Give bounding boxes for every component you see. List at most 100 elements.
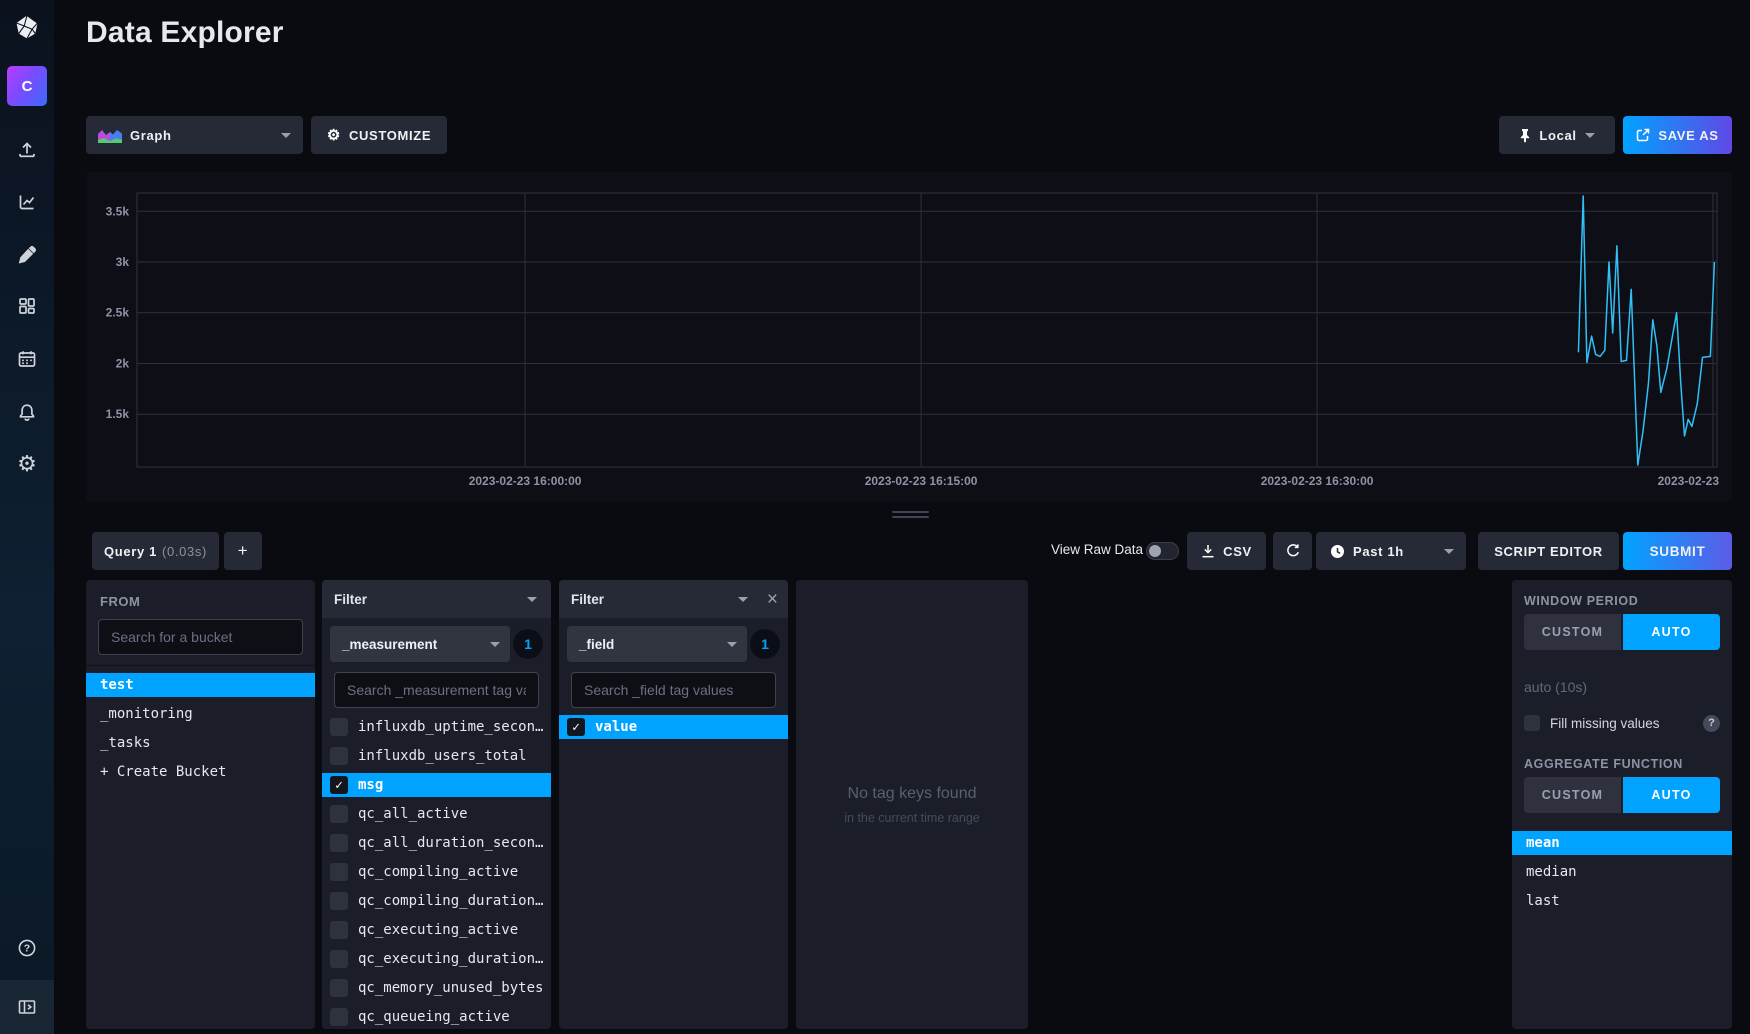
measurement-list: influxdb_uptime_secon… influxdb_users_tot… xyxy=(322,715,551,1029)
measurement-item[interactable]: influxdb_uptime_secon… xyxy=(322,715,551,739)
measurement-item[interactable]: qc_compiling_active xyxy=(322,860,551,884)
chevron-down-icon xyxy=(727,642,737,647)
svg-text:2023-02-23 16:15:00: 2023-02-23 16:15:00 xyxy=(865,474,978,488)
checkbox-icon xyxy=(330,834,348,852)
filter-key-row: _measurement 1 xyxy=(330,626,543,662)
field-item[interactable]: ✓value xyxy=(559,715,788,739)
bucket-item[interactable]: _tasks xyxy=(86,731,315,755)
page-title: Data Explorer xyxy=(86,16,284,50)
item-label: _monitoring xyxy=(100,706,193,722)
item-label: last xyxy=(1526,893,1560,909)
checkbox-icon xyxy=(330,892,348,910)
measurement-search-input[interactable] xyxy=(334,672,539,708)
svg-text:1.5k: 1.5k xyxy=(106,407,130,421)
field-search-input[interactable] xyxy=(571,672,776,708)
fill-missing-checkbox[interactable] xyxy=(1524,715,1540,731)
window-auto-button[interactable]: AUTO xyxy=(1623,614,1720,650)
measurement-item[interactable]: qc_executing_active xyxy=(322,918,551,942)
bucket-list: test _monitoring _tasks + Create Bucket xyxy=(86,673,315,784)
window-period-segmented: CUSTOM AUTO xyxy=(1524,614,1720,650)
help-icon[interactable]: ? xyxy=(0,926,54,970)
chevron-down-icon xyxy=(738,597,748,602)
aggregate-custom-button[interactable]: CUSTOM xyxy=(1524,777,1621,813)
tag-key-dropdown[interactable]: _measurement xyxy=(330,626,510,662)
expand-sidebar-icon[interactable] xyxy=(0,980,54,1034)
item-label: + Create Bucket xyxy=(100,764,226,780)
item-label: value xyxy=(595,719,637,735)
tag-keys-panel: No tag keys found in the current time ra… xyxy=(796,580,1028,1029)
aggregate-item[interactable]: median xyxy=(1512,860,1732,884)
empty-state-subtitle: in the current time range xyxy=(844,811,980,825)
measurement-item[interactable]: qc_memory_unused_bytes xyxy=(322,976,551,1000)
item-label: msg xyxy=(358,777,383,793)
window-custom-button[interactable]: CUSTOM xyxy=(1524,614,1621,650)
time-range-dropdown[interactable]: Past 1h xyxy=(1316,532,1466,570)
save-as-button[interactable]: SAVE AS xyxy=(1623,116,1732,154)
item-label: influxdb_uptime_secon… xyxy=(358,719,543,735)
app-root: C ⚙ ? Data Explorer xyxy=(0,0,1750,1034)
query-tab[interactable]: Query 1 (0.03s) xyxy=(92,532,219,570)
aggregate-segmented: CUSTOM AUTO xyxy=(1524,777,1720,813)
measurement-item[interactable]: qc_queueing_active xyxy=(322,1005,551,1029)
resize-drag-handle[interactable] xyxy=(892,511,929,521)
window-period-header: WINDOW PERIOD xyxy=(1512,580,1732,608)
aggregate-function-list: mean median last xyxy=(1512,831,1732,913)
script-editor-button[interactable]: SCRIPT EDITOR xyxy=(1478,532,1619,570)
area-chart-icon xyxy=(98,127,122,143)
view-raw-data-toggle[interactable] xyxy=(1146,542,1179,560)
csv-download-button[interactable]: CSV xyxy=(1187,532,1266,570)
tasks-calendar-icon[interactable] xyxy=(0,337,54,381)
measurement-filter-panel: Filter _measurement 1 influxdb_uptime_se… xyxy=(322,580,551,1029)
notebooks-pencil-icon[interactable] xyxy=(0,233,54,277)
bucket-item[interactable]: _monitoring xyxy=(86,702,315,726)
help-tooltip-icon[interactable]: ? xyxy=(1703,715,1720,732)
controls-row: Graph ⚙ CUSTOMIZE Local SAVE AS xyxy=(0,116,1750,154)
local-dropdown[interactable]: Local xyxy=(1499,116,1615,154)
bucket-item[interactable]: test xyxy=(86,673,315,697)
aggregate-auto-button[interactable]: AUTO xyxy=(1623,777,1720,813)
close-icon[interactable]: × xyxy=(767,590,778,609)
bucket-item[interactable]: + Create Bucket xyxy=(86,760,315,784)
view-raw-data-label: View Raw Data xyxy=(1051,542,1143,557)
org-avatar[interactable]: C xyxy=(7,66,47,106)
item-label: median xyxy=(1526,864,1577,880)
measurement-item[interactable]: qc_compiling_duration… xyxy=(322,889,551,913)
measurement-item[interactable]: qc_executing_duration… xyxy=(322,947,551,971)
query-duration: (0.03s) xyxy=(162,544,207,559)
influxdb-logo-icon[interactable] xyxy=(0,0,54,54)
from-header: FROM xyxy=(86,580,315,619)
time-series-chart: 1.5k2k2.5k3k3.5k2023-02-23 16:00:002023-… xyxy=(86,172,1732,502)
refresh-button[interactable] xyxy=(1273,532,1312,570)
customize-button[interactable]: ⚙ CUSTOMIZE xyxy=(311,116,447,154)
bucket-search-input[interactable] xyxy=(98,619,303,655)
submit-button[interactable]: SUBMIT xyxy=(1623,532,1732,570)
settings-gear-icon[interactable]: ⚙ xyxy=(0,442,54,486)
dashboards-icon[interactable] xyxy=(0,284,54,328)
filter-type-dropdown[interactable]: Filter × xyxy=(559,580,788,618)
measurement-item[interactable]: ✓msg xyxy=(322,773,551,797)
aggregate-item[interactable]: mean xyxy=(1512,831,1732,855)
svg-text:2023-02-23: 2023-02-23 xyxy=(1658,474,1720,488)
item-label: mean xyxy=(1526,835,1560,851)
alerts-bell-icon[interactable] xyxy=(0,390,54,434)
measurement-item[interactable]: qc_all_duration_secon… xyxy=(322,831,551,855)
pin-icon xyxy=(1519,128,1531,143)
toggle-knob xyxy=(1149,545,1161,557)
measurement-item[interactable]: qc_all_active xyxy=(322,802,551,826)
measurement-item[interactable]: influxdb_users_total xyxy=(322,744,551,768)
checkbox-icon xyxy=(330,718,348,736)
data-explorer-icon[interactable] xyxy=(0,180,54,224)
item-label: qc_compiling_active xyxy=(358,864,518,880)
checkbox-icon xyxy=(330,863,348,881)
chevron-down-icon xyxy=(527,597,537,602)
gear-icon: ⚙ xyxy=(327,128,341,143)
chevron-down-icon xyxy=(490,642,500,647)
selected-count-badge: 1 xyxy=(750,629,780,659)
clock-icon xyxy=(1330,544,1345,559)
refresh-icon xyxy=(1285,543,1301,559)
add-query-button[interactable]: + xyxy=(224,532,262,570)
tag-key-dropdown[interactable]: _field xyxy=(567,626,747,662)
aggregate-item[interactable]: last xyxy=(1512,889,1732,913)
filter-type-dropdown[interactable]: Filter xyxy=(322,580,551,618)
graph-type-dropdown[interactable]: Graph xyxy=(86,116,303,154)
